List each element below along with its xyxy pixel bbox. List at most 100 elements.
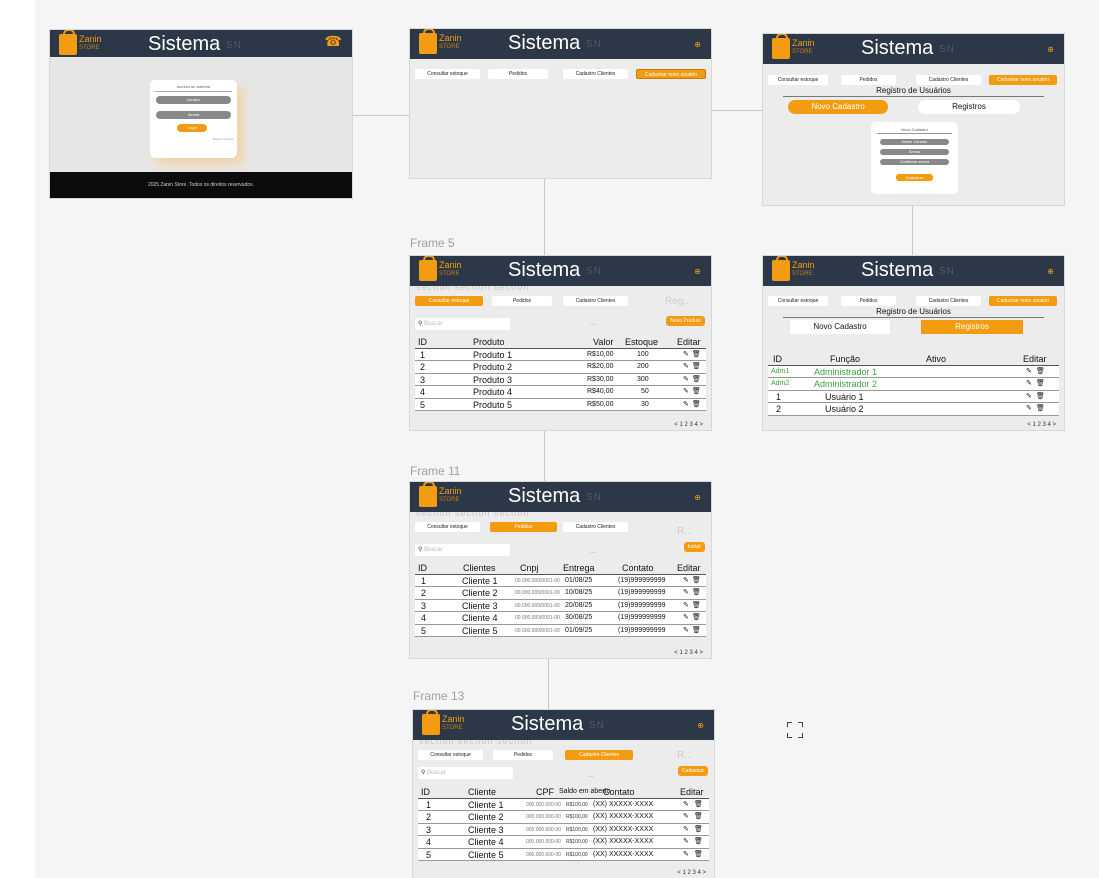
tab-consultar-estoque[interactable]: Consultar estoque	[418, 750, 483, 760]
edit-icon[interactable]: ✎	[683, 811, 689, 823]
trash-icon[interactable]: 🗑	[694, 824, 703, 836]
table-row[interactable]: 3 Cliente 3 000.000.000-00 R$100,00 (XX) XXX…	[418, 823, 709, 836]
table-row[interactable]: Adm1 Administrador 1 ✎ 🗑	[768, 365, 1059, 378]
trash-icon[interactable]: 🗑	[692, 349, 701, 361]
pagination[interactable]: < 1 2 3 4 >	[674, 650, 703, 656]
edit-icon[interactable]: ✎	[683, 824, 689, 836]
tab-registros[interactable]: Registros	[918, 100, 1020, 114]
trash-icon[interactable]: 🗑	[692, 386, 701, 398]
settings-icon[interactable]: ⊕	[1047, 45, 1054, 54]
tab-pedidos[interactable]: Pedidos	[841, 296, 896, 306]
trash-icon[interactable]: 🗑	[1036, 391, 1045, 403]
table-row[interactable]: 5 Cliente 5 00.000.000/0001-00 01/09/25 (19)…	[415, 624, 706, 637]
edit-icon[interactable]: ✎	[683, 799, 689, 811]
tab-consultar-estoque[interactable]: Consultar estoque	[768, 75, 828, 85]
tab-cadastro-clientes[interactable]: Cadastro Clientes	[563, 522, 628, 532]
edit-icon[interactable]: ✎	[683, 386, 689, 398]
tab-cadastrar-usuario[interactable]: Cadastrar novo usuário	[989, 75, 1057, 85]
forgot-password-link[interactable]: Esqueci Senha	[213, 137, 233, 141]
trash-icon[interactable]: 🗑	[1036, 366, 1045, 378]
edit-icon[interactable]: ✎	[683, 374, 689, 386]
edit-icon[interactable]: ✎	[683, 849, 689, 861]
settings-icon[interactable]: ⊕	[694, 493, 701, 502]
table-row[interactable]: 5 Cliente 5 000.000.000-00 R$100,00 (XX) XXX…	[418, 848, 709, 861]
search-input[interactable]: ⚲ Buscar	[415, 318, 510, 330]
tab-cadastro-clientes[interactable]: Cadastro Clientes	[565, 750, 633, 760]
tab-consultar-estoque[interactable]: Consultar estoque	[768, 296, 828, 306]
trash-icon[interactable]: 🗑	[694, 811, 703, 823]
tab-novo-cadastro[interactable]: Novo Cadastro	[788, 100, 888, 114]
search-input[interactable]: ⚲ Buscar	[418, 767, 513, 779]
tab-cadastro-clientes[interactable]: Cadastro Clientes	[563, 296, 628, 306]
pagination[interactable]: < 1 2 3 4 >	[674, 422, 703, 428]
tab-cadastro-clientes[interactable]: Cadastro Clientes	[563, 69, 628, 79]
password-field[interactable]: Senha	[880, 149, 949, 155]
trash-icon[interactable]: 🗑	[694, 849, 703, 861]
tab-consultar-estoque[interactable]: Consultar estoque	[415, 296, 483, 306]
table-row[interactable]: 3 Cliente 3 00.000.000/0001-00 20/08/25 (19)…	[415, 599, 706, 612]
edit-icon[interactable]: ✎	[1026, 366, 1032, 378]
edit-icon[interactable]: ✎	[1026, 378, 1032, 390]
register-client-button[interactable]: Cadastrar	[678, 766, 708, 776]
settings-icon[interactable]: ⊕	[697, 721, 704, 730]
tab-novo-cadastro[interactable]: Novo Cadastro	[790, 320, 890, 334]
expand-icon[interactable]	[787, 722, 803, 738]
trash-icon[interactable]: 🗑	[694, 836, 703, 848]
table-row[interactable]: 2 Cliente 2 000.000.000-00 R$100,00 (XX) XXX…	[418, 811, 709, 824]
table-row[interactable]: 4 Produto 4 R$40,00 50 ✎ 🗑	[415, 386, 706, 399]
edit-icon[interactable]: ✎	[683, 587, 689, 599]
edit-icon[interactable]: ✎	[683, 349, 689, 361]
trash-icon[interactable]: 🗑	[692, 399, 701, 411]
edit-icon[interactable]: ✎	[683, 836, 689, 848]
edit-icon[interactable]: ✎	[1026, 391, 1032, 403]
settings-icon[interactable]: ⊕	[694, 267, 701, 276]
table-row[interactable]: 1 Produto 1 R$10,00 100 ✎ 🗑	[415, 348, 706, 361]
tab-pedidos[interactable]: Pedidos	[488, 69, 548, 79]
tab-pedidos[interactable]: Pedidos	[841, 75, 896, 85]
table-row[interactable]: 1 Usuário 1 ✎ 🗑	[768, 390, 1059, 403]
table-row[interactable]: 5 Produto 5 R$50,00 30 ✎ 🗑	[415, 398, 706, 411]
tab-cadastrar-usuario[interactable]: Cadastrar novo usuário	[989, 296, 1057, 306]
trash-icon[interactable]: 🗑	[1036, 403, 1045, 415]
table-row[interactable]: 1 Cliente 1 000.000.000-00 R$100,00 (XX) XXX…	[418, 798, 709, 811]
trash-icon[interactable]: 🗑	[694, 799, 703, 811]
tab-pedidos[interactable]: Pedidos	[493, 750, 553, 760]
confirm-password-field[interactable]: Confirmar senha	[880, 159, 949, 165]
pagination[interactable]: < 1 2 3 4 >	[677, 870, 706, 876]
tab-pedidos[interactable]: Pedidos	[492, 296, 552, 306]
login-button[interactable]: Logar	[177, 124, 207, 132]
edit-icon[interactable]: ✎	[683, 625, 689, 637]
table-row[interactable]: 4 Cliente 4 00.000.000/0001-00 30/08/25 (19)…	[415, 612, 706, 625]
edit-icon[interactable]: ✎	[683, 612, 689, 624]
new-product-button[interactable]: Novo Produto	[666, 316, 705, 326]
username-field[interactable]: Nome Usuário	[880, 139, 949, 145]
table-row[interactable]: 1 Cliente 1 00.000.000/0001-00 01/08/25 (19)…	[415, 574, 706, 587]
username-input[interactable]: Usuário	[156, 96, 231, 104]
tab-pedidos[interactable]: Pedidos	[490, 522, 557, 532]
settings-icon[interactable]: ⊕	[1047, 267, 1054, 276]
table-row[interactable]: Adm2 Administrador 2 ✎ 🗑	[768, 378, 1059, 391]
trash-icon[interactable]: 🗑	[692, 361, 701, 373]
tab-consultar-estoque[interactable]: Consultar estoque	[415, 522, 480, 532]
include-button[interactable]: Incluir	[683, 542, 705, 552]
edit-icon[interactable]: ✎	[683, 575, 689, 587]
table-row[interactable]: 3 Produto 3 R$30,00 300 ✎ 🗑	[415, 373, 706, 386]
trash-icon[interactable]: 🗑	[692, 600, 701, 612]
password-input[interactable]: Senha	[156, 111, 231, 119]
tab-cadastro-clientes[interactable]: Cadastro Clientes	[916, 296, 981, 306]
pagination[interactable]: < 1 2 3 4 >	[1027, 422, 1056, 428]
tab-cadastro-clientes[interactable]: Cadastro Clientes	[916, 75, 981, 85]
settings-icon[interactable]: ⊕	[694, 40, 701, 49]
trash-icon[interactable]: 🗑	[692, 575, 701, 587]
trash-icon[interactable]: 🗑	[692, 612, 701, 624]
tab-cadastrar-usuario[interactable]: Cadastrar novo usuário	[636, 69, 706, 79]
table-row[interactable]: 2 Produto 2 R$20,00 200 ✎ 🗑	[415, 361, 706, 374]
table-row[interactable]: 2 Cliente 2 00.000.000/0001-00 10/08/25 (19)…	[415, 587, 706, 600]
table-row[interactable]: 4 Cliente 4 000.000.000-00 R$100,00 (XX) XXX…	[418, 836, 709, 849]
edit-icon[interactable]: ✎	[683, 361, 689, 373]
edit-icon[interactable]: ✎	[683, 399, 689, 411]
trash-icon[interactable]: 🗑	[692, 587, 701, 599]
register-button[interactable]: Cadastrar	[896, 174, 933, 181]
trash-icon[interactable]: 🗑	[692, 374, 701, 386]
edit-icon[interactable]: ✎	[683, 600, 689, 612]
